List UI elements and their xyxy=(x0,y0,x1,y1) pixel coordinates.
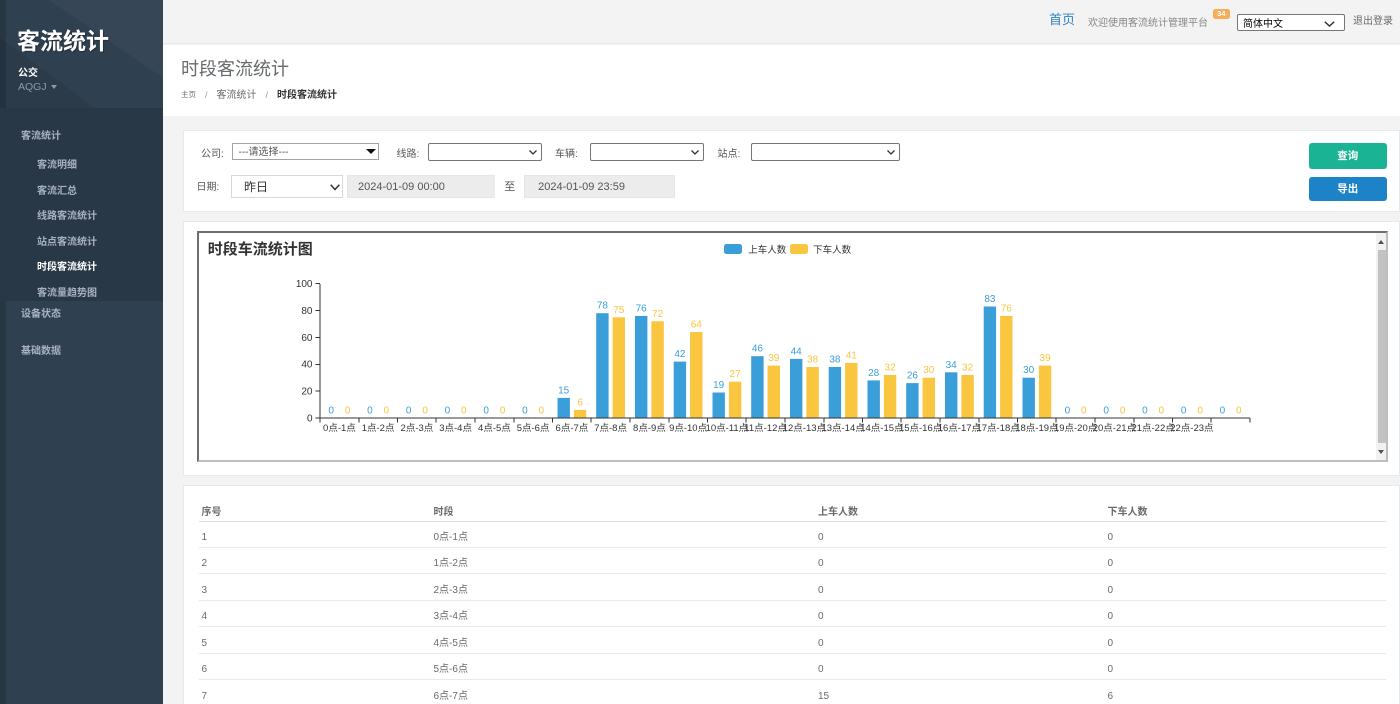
svg-text:6点-7点: 6点-7点 xyxy=(556,420,589,434)
svg-text:0: 0 xyxy=(1142,406,1148,417)
svg-text:16点-17点: 16点-17点 xyxy=(938,420,982,434)
svg-text:0: 0 xyxy=(1103,406,1109,417)
svg-text:0: 0 xyxy=(539,406,545,417)
svg-text:60: 60 xyxy=(301,333,313,344)
svg-text:76: 76 xyxy=(1001,303,1013,314)
svg-text:0: 0 xyxy=(483,406,489,417)
svg-text:20: 20 xyxy=(301,387,313,398)
svg-text:7点-8点: 7点-8点 xyxy=(594,420,627,434)
svg-text:39: 39 xyxy=(768,353,780,364)
svg-text:83: 83 xyxy=(984,294,996,305)
svg-text:0点-1点: 0点-1点 xyxy=(323,420,356,434)
svg-text:0: 0 xyxy=(406,406,412,417)
svg-text:38: 38 xyxy=(829,355,841,366)
svg-text:0: 0 xyxy=(384,406,390,417)
svg-text:0: 0 xyxy=(1120,406,1126,417)
svg-text:78: 78 xyxy=(597,301,609,312)
svg-text:41: 41 xyxy=(846,350,858,361)
svg-text:17点-18点: 17点-18点 xyxy=(976,420,1020,434)
svg-text:0: 0 xyxy=(328,406,334,417)
svg-text:32: 32 xyxy=(962,363,974,374)
svg-text:8点-9点: 8点-9点 xyxy=(633,420,666,434)
svg-text:5点-6点: 5点-6点 xyxy=(517,420,550,434)
svg-text:44: 44 xyxy=(791,346,803,357)
svg-text:15: 15 xyxy=(558,385,570,396)
svg-text:10点-11点: 10点-11点 xyxy=(706,420,749,434)
svg-text:0: 0 xyxy=(1081,406,1087,417)
svg-text:0: 0 xyxy=(1220,406,1226,417)
svg-text:15点-16点: 15点-16点 xyxy=(899,420,943,434)
svg-text:0: 0 xyxy=(422,406,428,417)
svg-text:32: 32 xyxy=(885,363,897,374)
svg-text:30: 30 xyxy=(923,365,935,376)
svg-text:0: 0 xyxy=(461,406,467,417)
svg-text:20点-21点: 20点-21点 xyxy=(1093,420,1137,434)
svg-text:0: 0 xyxy=(1181,406,1187,417)
svg-text:80: 80 xyxy=(301,306,313,317)
svg-text:0: 0 xyxy=(1159,406,1165,417)
svg-text:14点-15点: 14点-15点 xyxy=(860,420,904,434)
svg-text:46: 46 xyxy=(752,344,764,355)
svg-text:39: 39 xyxy=(1040,353,1052,364)
svg-text:0: 0 xyxy=(445,406,451,417)
svg-text:72: 72 xyxy=(652,309,664,320)
svg-text:21点-22点: 21点-22点 xyxy=(1131,420,1175,434)
svg-text:0: 0 xyxy=(522,406,528,417)
svg-text:13点-14点: 13点-14点 xyxy=(821,420,865,434)
svg-text:4点-5点: 4点-5点 xyxy=(478,420,511,434)
svg-text:64: 64 xyxy=(691,320,703,331)
svg-text:0: 0 xyxy=(1236,406,1242,417)
svg-text:12点-13点: 12点-13点 xyxy=(783,420,827,434)
svg-text:76: 76 xyxy=(636,303,648,314)
svg-text:1点-2点: 1点-2点 xyxy=(362,420,395,434)
svg-text:40: 40 xyxy=(301,360,313,371)
svg-text:34: 34 xyxy=(946,360,958,371)
svg-text:19: 19 xyxy=(713,380,725,391)
svg-text:30: 30 xyxy=(1023,365,1035,376)
svg-text:38: 38 xyxy=(807,355,819,366)
svg-text:19点-20点: 19点-20点 xyxy=(1054,420,1098,434)
svg-text:9点-10点: 9点-10点 xyxy=(669,420,708,434)
svg-text:18点-19点: 18点-19点 xyxy=(1015,420,1059,434)
svg-text:27: 27 xyxy=(730,369,742,380)
svg-text:0: 0 xyxy=(1065,406,1071,417)
svg-text:6: 6 xyxy=(577,397,583,408)
svg-text:0: 0 xyxy=(1197,406,1203,417)
svg-text:3点-4点: 3点-4点 xyxy=(439,420,472,434)
svg-text:0: 0 xyxy=(500,406,506,417)
svg-text:26: 26 xyxy=(907,371,919,382)
svg-text:100: 100 xyxy=(296,279,313,290)
svg-text:0: 0 xyxy=(367,406,373,417)
svg-text:0: 0 xyxy=(345,406,351,417)
svg-text:2点-3点: 2点-3点 xyxy=(401,420,434,434)
svg-text:0: 0 xyxy=(307,413,313,424)
svg-text:42: 42 xyxy=(674,349,686,360)
svg-text:11点-12点: 11点-12点 xyxy=(744,420,787,434)
svg-text:75: 75 xyxy=(613,305,625,316)
svg-text:22点-23点: 22点-23点 xyxy=(1170,420,1214,434)
svg-text:28: 28 xyxy=(868,368,880,379)
